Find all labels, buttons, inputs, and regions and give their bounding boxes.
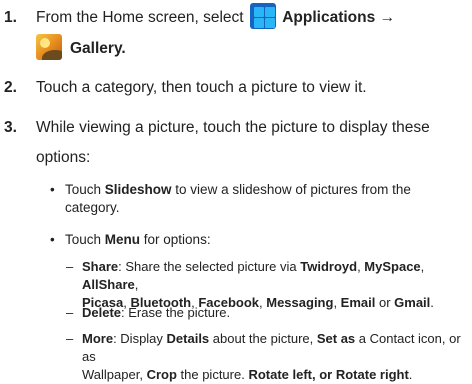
myspace-label: MySpace <box>364 259 421 274</box>
set-as-label: Set as <box>316 331 356 346</box>
bullet-slideshow: • Touch Slideshow to view a slideshow of… <box>50 181 470 217</box>
bullet-post: for options: <box>140 232 211 247</box>
step-1: 1. From the Home screen, select Applicat… <box>0 3 472 65</box>
details-label: Details <box>166 331 210 346</box>
bullet-pre: Touch <box>65 232 105 247</box>
menu-label: Menu <box>104 232 141 247</box>
more-text: : Display <box>113 331 167 346</box>
step-1-line-2: Gallery. <box>0 34 126 64</box>
step-1-period: . <box>121 40 126 57</box>
delete-label: Delete <box>82 305 122 320</box>
step-1-lead-text: From the Home screen, select <box>36 9 244 26</box>
end: . <box>408 367 413 382</box>
step-number: 1. <box>4 9 17 26</box>
crop-label: Crop <box>146 367 177 382</box>
page: 1. From the Home screen, select Applicat… <box>0 0 472 382</box>
subitem-delete: – Delete: Erase the picture. <box>66 304 472 322</box>
more-text: the picture. <box>176 367 249 382</box>
gallery-label: Gallery <box>70 40 122 57</box>
subitem-more: – More: Display Details about the pictur… <box>66 330 472 382</box>
step-number: 2. <box>4 79 17 96</box>
step-text-line-2: options: <box>36 149 91 166</box>
share-text: : Share the selected picture via <box>118 259 301 274</box>
allshare-label: AllShare <box>82 277 135 292</box>
bullet-post: to view a slideshow of pictures from the <box>171 182 411 197</box>
applications-grid-icon <box>249 3 276 29</box>
dash: – <box>66 331 74 346</box>
dash: – <box>66 259 74 274</box>
more-text: about the picture, <box>209 331 317 346</box>
bullet-dot: • <box>50 182 55 197</box>
bullet-menu: • Touch Menu for options: <box>50 231 470 249</box>
more-label: More <box>82 331 114 346</box>
dash: – <box>66 305 74 320</box>
bullet-dot: • <box>50 232 55 247</box>
sep: , <box>134 277 139 292</box>
twidroyd-label: Twidroyd <box>300 259 358 274</box>
step-3: 3. While viewing a picture, touch the pi… <box>0 113 472 173</box>
share-label: Share <box>82 259 119 274</box>
step-text: From the Home screen, select Application… <box>36 3 395 33</box>
delete-text: : Erase the picture. <box>121 305 231 320</box>
sep: , <box>420 259 425 274</box>
bullet-text: Touch Menu for options: <box>65 231 465 249</box>
step-number: 3. <box>4 119 17 136</box>
slideshow-label: Slideshow <box>104 182 172 197</box>
step-text: Touch a category, then touch a picture t… <box>36 79 367 96</box>
step-text-line-1: While viewing a picture, touch the pictu… <box>36 119 430 136</box>
bullet-text: Touch Slideshow to view a slideshow of p… <box>65 181 465 217</box>
bullet-pre: Touch <box>65 182 105 197</box>
arrow-symbol: → <box>379 9 396 26</box>
subitem-share: – Share: Share the selected picture via … <box>66 258 472 310</box>
step-2: 2. Touch a category, then touch a pictur… <box>0 73 472 103</box>
subitem-text: More: Display Details about the picture,… <box>82 330 472 384</box>
bullet-line-2: category. <box>65 200 120 215</box>
applications-label: Applications <box>282 9 376 26</box>
rotate-label: Rotate left, or Rotate right <box>248 367 409 382</box>
subitem-text: Delete: Erase the picture. <box>82 304 472 322</box>
more-text: Wallpaper, <box>82 367 147 382</box>
gallery-icon <box>36 34 62 60</box>
